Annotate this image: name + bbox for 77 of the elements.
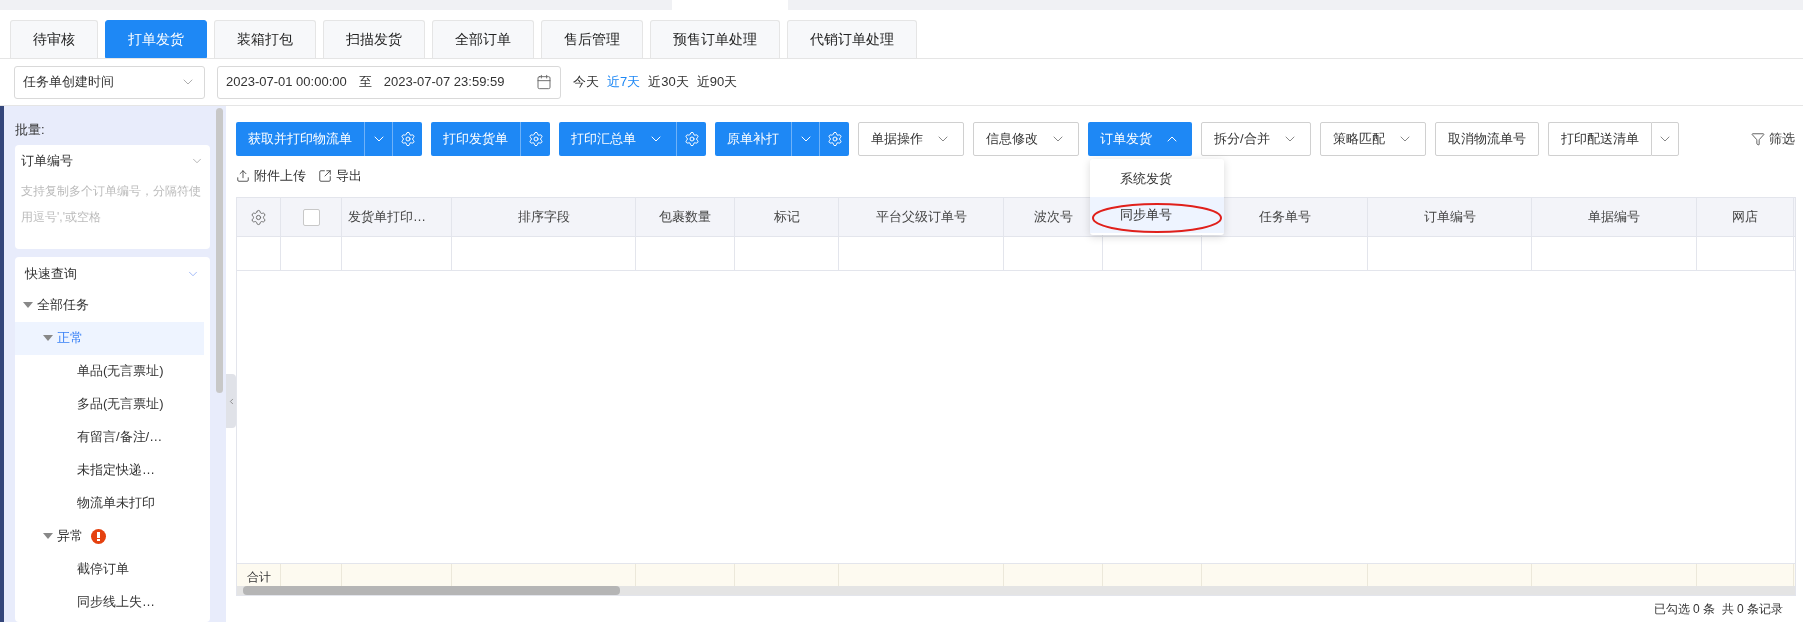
column-header: 平台父级订单号 xyxy=(875,208,967,227)
toolbar-button[interactable]: 获取并打印物流单 xyxy=(236,122,364,156)
horizontal-scrollbar[interactable] xyxy=(237,586,1795,595)
date-range-link[interactable]: 近30天 xyxy=(648,72,689,92)
tab[interactable]: 售后管理 xyxy=(541,20,643,58)
scrollbar-thumb[interactable] xyxy=(216,108,223,393)
column-header: 标记 xyxy=(773,208,800,227)
column-header: 排序字段 xyxy=(517,208,570,227)
tree-item[interactable]: 多品(无言票址) xyxy=(15,387,204,421)
date-range-field[interactable]: 2023-07-01 00:00:00 至 2023-07-07 23:59:59 xyxy=(217,65,561,99)
batch-label: 批量: xyxy=(15,121,46,139)
tree-item[interactable]: 单品(无言票址) xyxy=(15,354,204,388)
calendar-icon xyxy=(536,74,552,90)
settings-button[interactable] xyxy=(392,122,422,156)
upload-icon xyxy=(236,169,250,183)
dropdown-toggle[interactable] xyxy=(364,122,392,156)
column-header: 波次号 xyxy=(1033,208,1073,227)
tree-item[interactable]: 全部任务 xyxy=(15,288,204,322)
tab[interactable]: 代销订单处理 xyxy=(787,20,917,58)
tree-item[interactable]: 截停订单 xyxy=(15,552,204,586)
filter-icon xyxy=(1751,132,1765,146)
filter-button[interactable]: 筛选 xyxy=(1751,129,1795,149)
collapse-handle[interactable] xyxy=(226,374,236,428)
action-link[interactable]: 附件上传 xyxy=(236,166,306,186)
column-header: 发货单打印… xyxy=(348,208,426,227)
column-header: 网店 xyxy=(1732,208,1758,227)
toolbar-button[interactable]: 订单发货 xyxy=(1088,122,1192,156)
checkbox[interactable] xyxy=(302,208,320,226)
tree-item[interactable]: 有留言/备注/… xyxy=(15,420,204,454)
tab[interactable]: 待审核 xyxy=(10,20,98,58)
alert-icon xyxy=(91,528,106,544)
dropdown-toggle[interactable] xyxy=(1650,122,1679,156)
settings-button[interactable] xyxy=(819,122,849,156)
date-range-link[interactable]: 近90天 xyxy=(696,72,738,92)
toolbar-button[interactable]: 原单补打 xyxy=(715,122,791,156)
toolbar-button[interactable]: 打印发货单 xyxy=(431,122,520,156)
tree-item[interactable]: 物流单未打印 xyxy=(15,486,204,520)
tree-item[interactable]: 未指定快递… xyxy=(15,453,204,487)
tree-item[interactable]: 同步线上失… xyxy=(15,585,204,619)
section-title: 快速查询 xyxy=(25,264,77,283)
column-header: 订单编号 xyxy=(1423,208,1476,227)
column-header: 单据编号 xyxy=(1588,208,1640,227)
column-header: 任务单号 xyxy=(1258,208,1311,227)
time-field-select[interactable]: 任务单创建时间 xyxy=(14,65,205,99)
export-icon xyxy=(318,169,332,183)
settings-button[interactable] xyxy=(520,122,550,156)
total-label: 合计 xyxy=(247,569,271,586)
settings-icon xyxy=(399,131,416,147)
toolbar-button[interactable]: 信息修改 xyxy=(973,122,1079,156)
order-number-field[interactable]: 支持复制多个订单编号，分隔符使用逗号','或空格 xyxy=(21,177,204,241)
toolbar-button[interactable]: 打印配送清单 xyxy=(1547,122,1651,156)
tab[interactable]: 装箱打包 xyxy=(214,20,316,58)
tree-item[interactable]: 异常 xyxy=(15,519,204,553)
toolbar-button[interactable]: 打印汇总单 xyxy=(559,122,676,156)
action-link[interactable]: 导出 xyxy=(318,166,362,186)
tab[interactable]: 全部订单 xyxy=(432,20,534,58)
toolbar-button[interactable]: 单据操作 xyxy=(858,122,964,156)
scrollbar-thumb[interactable] xyxy=(243,586,620,595)
tree-item[interactable]: 正常 xyxy=(15,321,204,355)
date-range-link[interactable]: 近7天 xyxy=(607,72,641,92)
tab[interactable]: 预售订单处理 xyxy=(650,20,780,58)
field-label: 订单编号 xyxy=(21,151,73,170)
tab[interactable]: 打单发货 xyxy=(105,20,207,58)
settings-icon xyxy=(683,131,700,147)
toolbar-button[interactable]: 取消物流单号 xyxy=(1434,122,1539,156)
settings-icon xyxy=(527,131,544,147)
date-range-link[interactable]: 今天 xyxy=(573,72,599,92)
column-header: 包裹数量 xyxy=(659,208,711,227)
dropdown-toggle[interactable] xyxy=(791,122,819,156)
settings-button[interactable] xyxy=(676,122,706,156)
settings-icon xyxy=(826,131,843,147)
menu-item[interactable]: 系统发货 xyxy=(1090,161,1224,197)
toolbar-button[interactable]: 策略匹配 xyxy=(1319,122,1426,156)
selection-summary: 已勾选 0 条 共 0 条记录 xyxy=(1653,601,1783,618)
tab[interactable]: 扫描发货 xyxy=(323,20,425,58)
settings-icon[interactable] xyxy=(250,208,267,226)
toolbar-button[interactable]: 拆分/合并 xyxy=(1201,122,1311,156)
